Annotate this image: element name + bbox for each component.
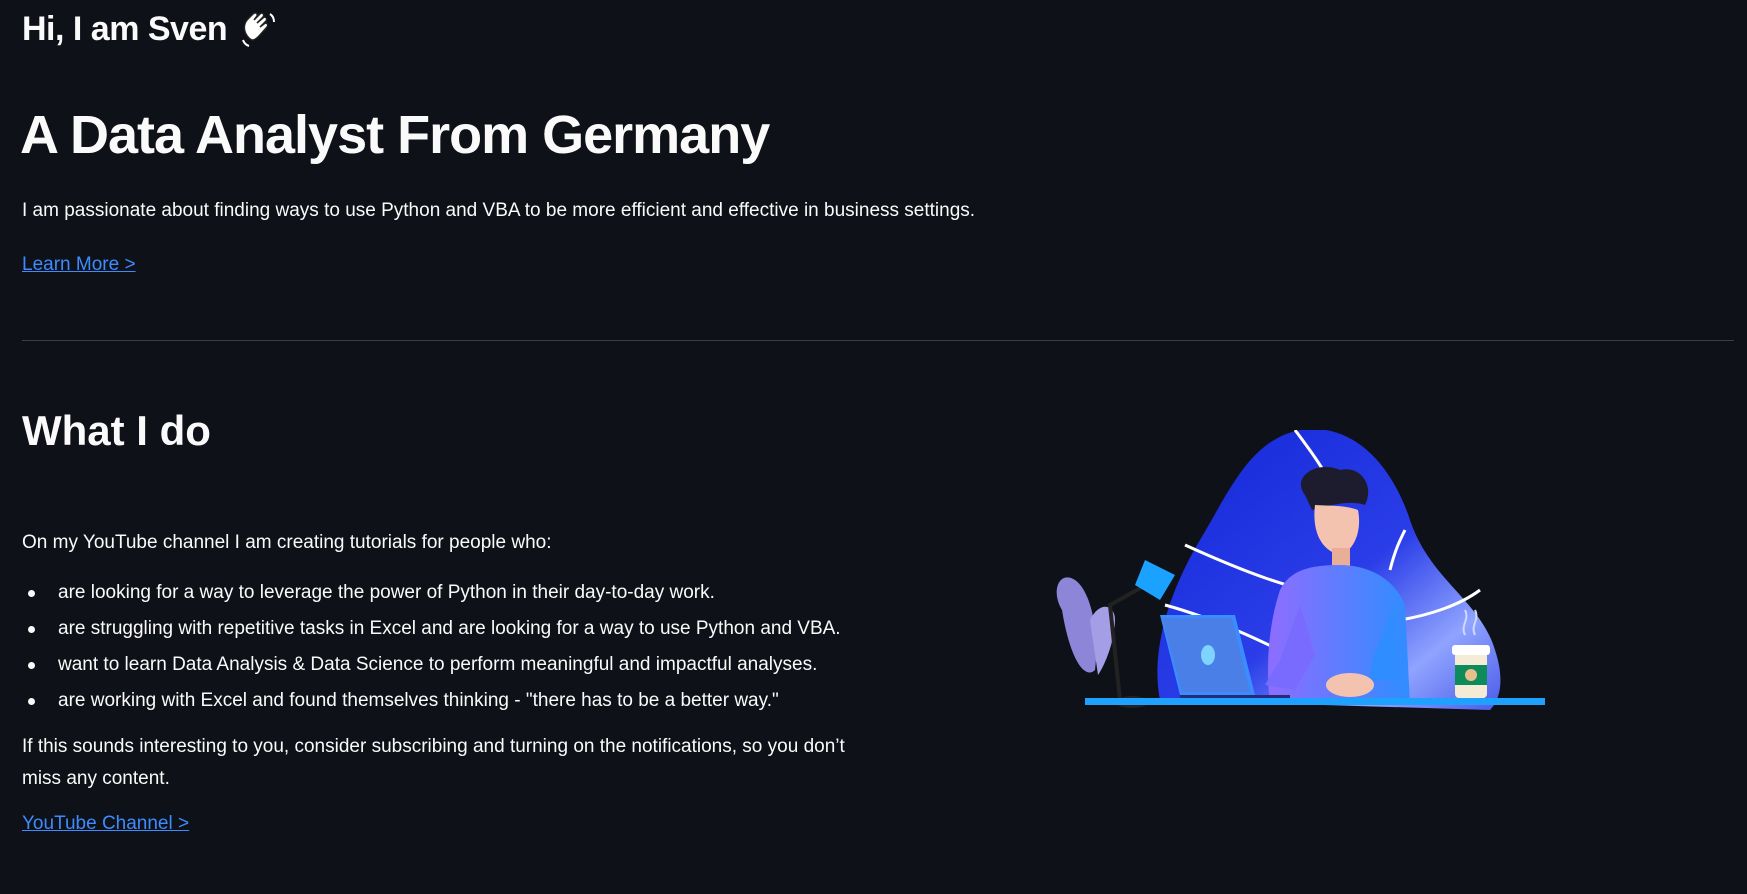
list-item: are struggling with repetitive tasks in … xyxy=(22,611,872,647)
greeting-text: Hi, I am Sven xyxy=(22,9,228,48)
what-i-do-heading: What I do xyxy=(22,407,211,454)
what-i-do-outro: If this sounds interesting to you, consi… xyxy=(22,735,845,789)
youtube-channel-link[interactable]: YouTube Channel > xyxy=(22,811,189,838)
learn-more-link[interactable]: Learn More > xyxy=(22,254,136,276)
what-i-do-intro: On my YouTube channel I am creating tuto… xyxy=(22,532,552,553)
lamp-icon xyxy=(1107,578,1156,701)
plant-icon xyxy=(1056,577,1097,673)
waving-hand-icon xyxy=(237,8,279,50)
list-item: want to learn Data Analysis & Data Scien… xyxy=(22,647,872,683)
audience-list: are looking for a way to leverage the po… xyxy=(22,575,872,719)
desk xyxy=(1085,698,1545,705)
list-item: are working with Excel and found themsel… xyxy=(22,683,872,719)
hero-description: I am passionate about finding ways to us… xyxy=(22,200,976,221)
greeting-heading: Hi, I am Sven xyxy=(22,8,279,50)
section-divider xyxy=(22,340,1734,341)
what-i-do-body: On my YouTube channel I am creating tuto… xyxy=(22,530,872,838)
page-title: A Data Analyst From Germany xyxy=(20,105,770,165)
developer-illustration xyxy=(1050,428,1560,750)
page: Hi, I am Sven A Data Analyst From German… xyxy=(0,0,1747,894)
list-item: are looking for a way to leverage the po… xyxy=(22,575,872,611)
